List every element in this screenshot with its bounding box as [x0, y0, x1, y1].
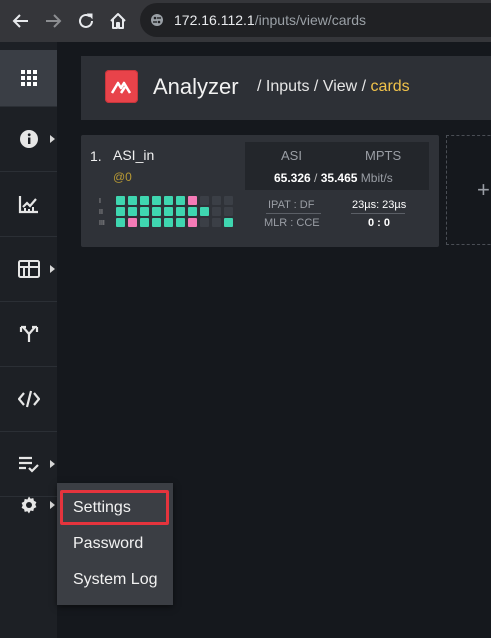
- ipat-label: IPAT : DF: [268, 199, 315, 211]
- chevron-right-icon: [50, 460, 55, 468]
- sidebar-item-dashboard[interactable]: [0, 50, 57, 107]
- sidebar: [0, 42, 57, 638]
- status-cell: [116, 207, 125, 216]
- status-cell: [188, 218, 197, 227]
- rate-unit: Mbit/s: [360, 171, 393, 185]
- breadcrumb: / Inputs / View / cards: [257, 78, 410, 96]
- url-host: 172.16.112.1: [174, 12, 255, 28]
- status-cell: [176, 218, 185, 227]
- logo-icon: [110, 81, 131, 94]
- grid-icon: [20, 70, 37, 86]
- status-cell: [140, 196, 149, 205]
- status-cell: [128, 218, 137, 227]
- merge-icon: [19, 325, 38, 342]
- status-cell: [176, 207, 185, 216]
- chevron-right-icon: [50, 501, 55, 509]
- status-cell: [152, 218, 161, 227]
- add-card-button[interactable]: +: [446, 135, 491, 245]
- breadcrumb-path[interactable]: / Inputs / View /: [257, 78, 366, 95]
- status-cell: [116, 218, 125, 227]
- status-cell: [188, 207, 197, 216]
- status-cell: [152, 207, 161, 216]
- menu-item-system-log[interactable]: System Log: [73, 571, 157, 589]
- plus-icon: +: [477, 177, 490, 202]
- arrow-left-icon: [12, 14, 28, 28]
- sidebar-item-monitoring[interactable]: [0, 172, 57, 237]
- card-id: @0: [113, 170, 132, 184]
- forward-button[interactable]: [43, 11, 63, 31]
- status-cell: [224, 218, 233, 227]
- code-icon: [17, 390, 40, 408]
- url-path: /inputs/view/cards: [254, 12, 366, 28]
- ipat-value: 23µs: 23µs: [352, 199, 407, 211]
- status-cell: [140, 207, 149, 216]
- checklist-icon: [18, 456, 39, 473]
- reload-button[interactable]: [76, 11, 96, 31]
- lane-label: I: [99, 198, 101, 205]
- reload-icon: [79, 13, 93, 28]
- status-cell: [200, 207, 209, 216]
- breadcrumb-current: cards: [370, 78, 410, 95]
- mpts-column-label: MPTS: [365, 148, 402, 163]
- address-bar[interactable]: 172.16.112.1/inputs/view/cards: [140, 3, 491, 37]
- mlr-label: MLR : CCE: [264, 217, 320, 229]
- rate-values: 65.326 / 35.465 Mbit/s: [274, 171, 393, 185]
- status-cell: [140, 218, 149, 227]
- selection-highlight: [60, 490, 169, 525]
- status-cell: [152, 196, 161, 205]
- sidebar-item-routing[interactable]: [0, 302, 57, 367]
- lane-label: II: [99, 209, 103, 216]
- lane-label: III: [99, 220, 105, 227]
- app-title: Analyzer: [153, 74, 239, 99]
- chart-icon: [18, 196, 38, 214]
- divider: [266, 213, 321, 214]
- arrow-right-icon: [46, 14, 62, 28]
- table-icon: [17, 260, 40, 278]
- status-cell: [128, 207, 137, 216]
- status-cell: [116, 196, 125, 205]
- back-button[interactable]: [11, 11, 31, 31]
- app-logo: [105, 70, 138, 103]
- rate-separator: /: [314, 171, 318, 185]
- mlr-value: 0 : 0: [368, 217, 391, 229]
- sidebar-item-info[interactable]: [0, 107, 57, 172]
- status-cell: [188, 196, 197, 205]
- status-cell: [224, 196, 233, 205]
- card-number: 1.: [90, 148, 102, 164]
- home-icon: [110, 13, 126, 29]
- rate-panel: ASI MPTS 65.326 / 35.465 Mbit/s: [245, 142, 429, 190]
- site-info-icon[interactable]: [150, 13, 164, 27]
- sidebar-item-settings[interactable]: [0, 473, 57, 537]
- info-icon: [19, 130, 38, 148]
- browser-toolbar: 172.16.112.1/inputs/view/cards: [0, 0, 491, 42]
- url-text: 172.16.112.1/inputs/view/cards: [174, 12, 366, 28]
- status-cell: [200, 218, 209, 227]
- status-cell: [200, 196, 209, 205]
- status-cell: [164, 207, 173, 216]
- mpts-rate: 35.465: [320, 171, 358, 185]
- status-cell: [212, 207, 221, 216]
- status-cell: [212, 196, 221, 205]
- chevron-right-icon: [50, 135, 55, 143]
- asi-rate: 65.326: [274, 171, 311, 185]
- card-title[interactable]: ASI_in: [113, 147, 154, 163]
- input-card[interactable]: 1. ASI_in @0 I II III ASI MPTS 65.326 / …: [81, 135, 439, 247]
- gear-icon: [21, 496, 36, 514]
- asi-column-label: ASI: [281, 148, 302, 163]
- status-cell: [164, 218, 173, 227]
- home-button[interactable]: [108, 11, 128, 31]
- status-cell: [128, 196, 137, 205]
- status-cell: [212, 218, 221, 227]
- page-header: Analyzer / Inputs / View / cards: [81, 56, 491, 120]
- status-cell: [224, 207, 233, 216]
- divider: [351, 213, 405, 214]
- chevron-right-icon: [50, 265, 55, 273]
- menu-item-password[interactable]: Password: [73, 535, 143, 553]
- status-cell: [176, 196, 185, 205]
- sidebar-item-views[interactable]: [0, 237, 57, 302]
- status-cell: [164, 196, 173, 205]
- sidebar-item-api[interactable]: [0, 367, 57, 432]
